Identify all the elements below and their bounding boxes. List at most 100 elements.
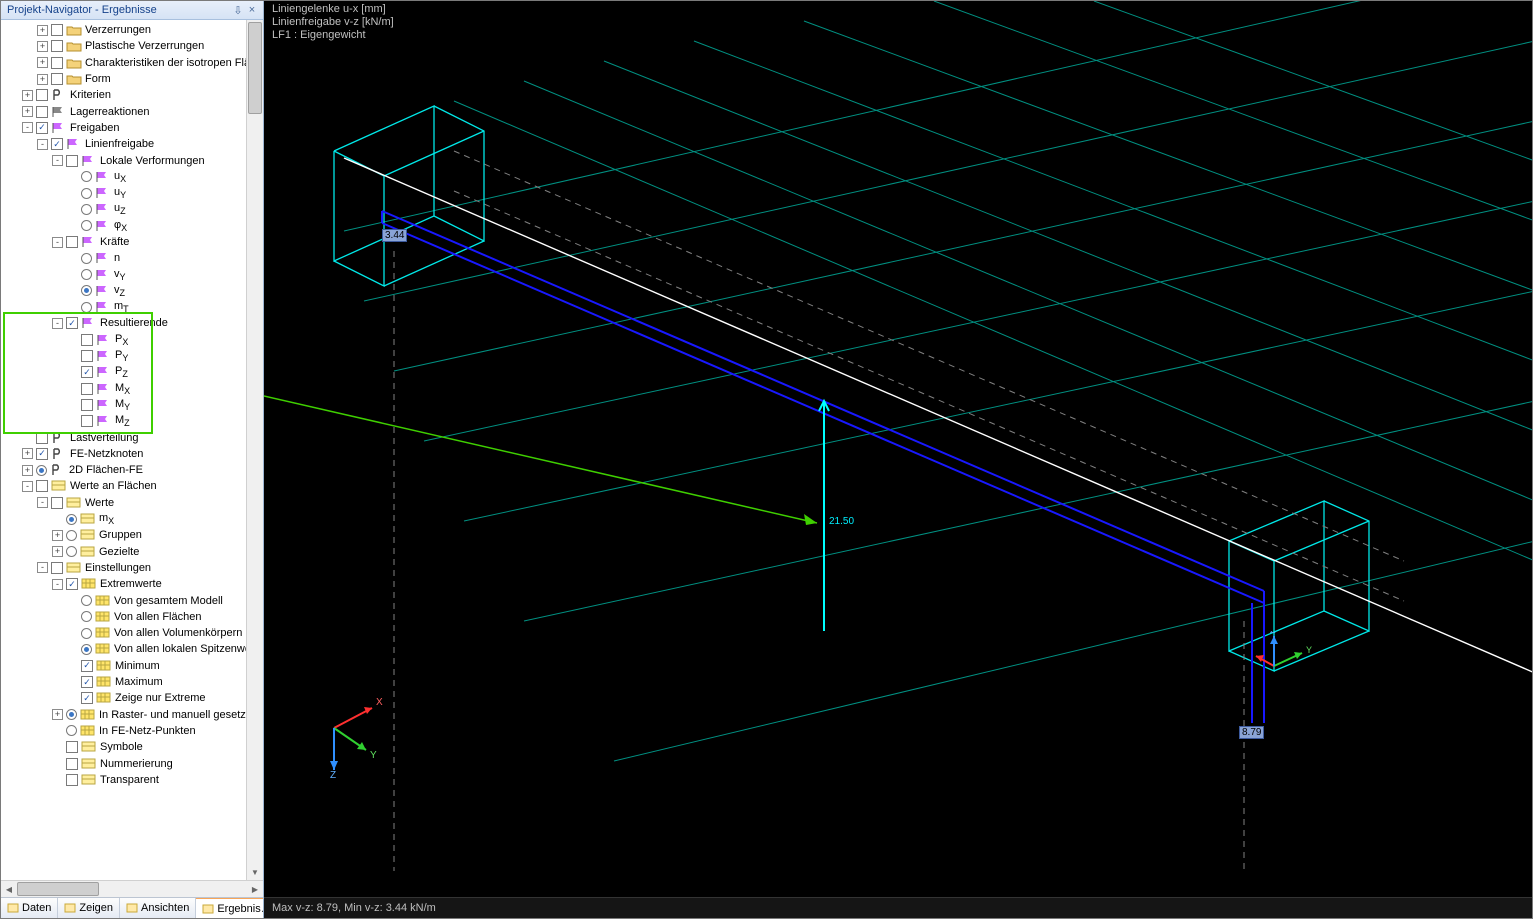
tree-item[interactable]: -Resultierende xyxy=(1,315,263,331)
tab-zeigen[interactable]: Zeigen xyxy=(58,898,120,918)
collapse-icon[interactable]: - xyxy=(52,579,63,590)
tree-radio[interactable] xyxy=(66,530,77,541)
expand-icon[interactable]: + xyxy=(22,106,33,117)
collapse-icon[interactable]: - xyxy=(52,237,63,248)
tree-radio[interactable] xyxy=(81,188,92,199)
tree-item[interactable]: vY xyxy=(1,266,263,282)
scroll-down-icon[interactable]: ▼ xyxy=(247,864,263,880)
collapse-icon[interactable]: - xyxy=(52,155,63,166)
expand-icon[interactable]: + xyxy=(37,25,48,36)
tree-item[interactable]: Von allen lokalen Spitzenwe xyxy=(1,641,263,657)
tree-item[interactable]: -Extremwerte xyxy=(1,576,263,592)
tree-item[interactable]: -Kräfte xyxy=(1,234,263,250)
tree-item[interactable]: Maximum xyxy=(1,674,263,690)
tree-item[interactable]: MY xyxy=(1,397,263,413)
scroll-thumb-h[interactable] xyxy=(17,882,99,896)
tree-checkbox[interactable] xyxy=(51,138,63,150)
tree-item[interactable]: Zeige nur Extreme xyxy=(1,690,263,706)
tree-item[interactable]: +Gezielte xyxy=(1,544,263,560)
tree-radio[interactable] xyxy=(81,171,92,182)
tree-radio[interactable] xyxy=(66,725,77,736)
tree-radio[interactable] xyxy=(36,465,47,476)
tree-item[interactable]: uY xyxy=(1,185,263,201)
tab-ansichten[interactable]: Ansichten xyxy=(120,898,196,918)
collapse-icon[interactable]: - xyxy=(37,139,48,150)
tree-item[interactable]: In FE-Netz-Punkten xyxy=(1,723,263,739)
scroll-left-icon[interactable]: ◀ xyxy=(1,885,17,894)
tree-checkbox[interactable] xyxy=(51,562,63,574)
tree-checkbox[interactable] xyxy=(66,578,78,590)
tree-checkbox[interactable] xyxy=(51,24,63,36)
tree-item[interactable]: Nummerierung xyxy=(1,755,263,771)
tree-item[interactable]: uX xyxy=(1,169,263,185)
collapse-icon[interactable]: - xyxy=(22,122,33,133)
tree-checkbox[interactable] xyxy=(51,40,63,52)
tree-radio[interactable] xyxy=(81,204,92,215)
tree-checkbox[interactable] xyxy=(66,758,78,770)
tree-checkbox[interactable] xyxy=(81,334,93,346)
tree-checkbox[interactable] xyxy=(81,399,93,411)
tree-checkbox[interactable] xyxy=(66,236,78,248)
tree-radio[interactable] xyxy=(81,644,92,655)
tree-radio[interactable] xyxy=(81,285,92,296)
tree-checkbox[interactable] xyxy=(81,692,93,704)
expand-icon[interactable]: + xyxy=(22,90,33,101)
tree-item[interactable]: Symbole xyxy=(1,739,263,755)
tree-item[interactable]: n xyxy=(1,250,263,266)
expand-icon[interactable]: + xyxy=(37,57,48,68)
tree-checkbox[interactable] xyxy=(51,73,63,85)
tree-item[interactable]: -Werte an Flächen xyxy=(1,478,263,494)
tree-item[interactable]: mT xyxy=(1,299,263,315)
tree-item[interactable]: +Lagerreaktionen xyxy=(1,103,263,119)
tree-checkbox[interactable] xyxy=(81,676,93,688)
tree-item[interactable]: MX xyxy=(1,381,263,397)
tree-radio[interactable] xyxy=(66,546,77,557)
tree-item[interactable]: Lastverteilung xyxy=(1,429,263,445)
expand-icon[interactable]: + xyxy=(52,709,63,720)
tree-checkbox[interactable] xyxy=(36,106,48,118)
collapse-icon[interactable]: - xyxy=(22,481,33,492)
tree-item[interactable]: +Kriterien xyxy=(1,87,263,103)
tree-item[interactable]: φX xyxy=(1,218,263,234)
tree-checkbox[interactable] xyxy=(36,480,48,492)
tree-item[interactable]: +Charakteristiken der isotropen Fläc xyxy=(1,55,263,71)
tree-checkbox[interactable] xyxy=(81,415,93,427)
tree-item[interactable]: -Linienfreigabe xyxy=(1,136,263,152)
tree-item[interactable]: PZ xyxy=(1,364,263,380)
collapse-icon[interactable]: - xyxy=(37,497,48,508)
tree-checkbox[interactable] xyxy=(66,317,78,329)
tree-radio[interactable] xyxy=(81,269,92,280)
collapse-icon[interactable]: - xyxy=(37,562,48,573)
tree-checkbox[interactable] xyxy=(81,660,93,672)
horizontal-scrollbar[interactable]: ◀ ▶ xyxy=(1,880,263,897)
scroll-right-icon[interactable]: ▶ xyxy=(247,885,263,894)
tree-checkbox[interactable] xyxy=(66,155,78,167)
tree-item[interactable]: Von allen Flächen xyxy=(1,609,263,625)
scroll-thumb[interactable] xyxy=(248,22,262,114)
tree-radio[interactable] xyxy=(81,220,92,231)
tree-item[interactable]: Von gesamtem Modell xyxy=(1,592,263,608)
tree-item[interactable]: Minimum xyxy=(1,658,263,674)
pin-icon[interactable]: ⇩ xyxy=(231,4,245,17)
tree-item[interactable]: mX xyxy=(1,511,263,527)
tab-ergebnisse[interactable]: Ergebnis… xyxy=(196,897,263,918)
tree-checkbox[interactable] xyxy=(36,448,48,460)
tree-checkbox[interactable] xyxy=(36,432,48,444)
tree-checkbox[interactable] xyxy=(51,497,63,509)
tree-item[interactable]: -Freigaben xyxy=(1,120,263,136)
tab-daten[interactable]: Daten xyxy=(1,898,58,918)
expand-icon[interactable]: + xyxy=(52,530,63,541)
tree-radio[interactable] xyxy=(81,628,92,639)
tree-item[interactable]: -Einstellungen xyxy=(1,560,263,576)
expand-icon[interactable]: + xyxy=(52,546,63,557)
tree-item[interactable]: +Gruppen xyxy=(1,527,263,543)
tree-item[interactable]: +FE-Netzknoten xyxy=(1,446,263,462)
tree-radio[interactable] xyxy=(81,595,92,606)
tree-item[interactable]: +In Raster- und manuell gesetzte xyxy=(1,706,263,722)
close-icon[interactable]: × xyxy=(245,4,259,16)
navigator-tree[interactable]: +Verzerrungen+Plastische Verzerrungen+Ch… xyxy=(1,20,263,880)
expand-icon[interactable]: + xyxy=(22,465,33,476)
tree-item[interactable]: Transparent xyxy=(1,772,263,788)
tree-radio[interactable] xyxy=(66,514,77,525)
tree-item[interactable]: +2D Flächen-FE xyxy=(1,462,263,478)
